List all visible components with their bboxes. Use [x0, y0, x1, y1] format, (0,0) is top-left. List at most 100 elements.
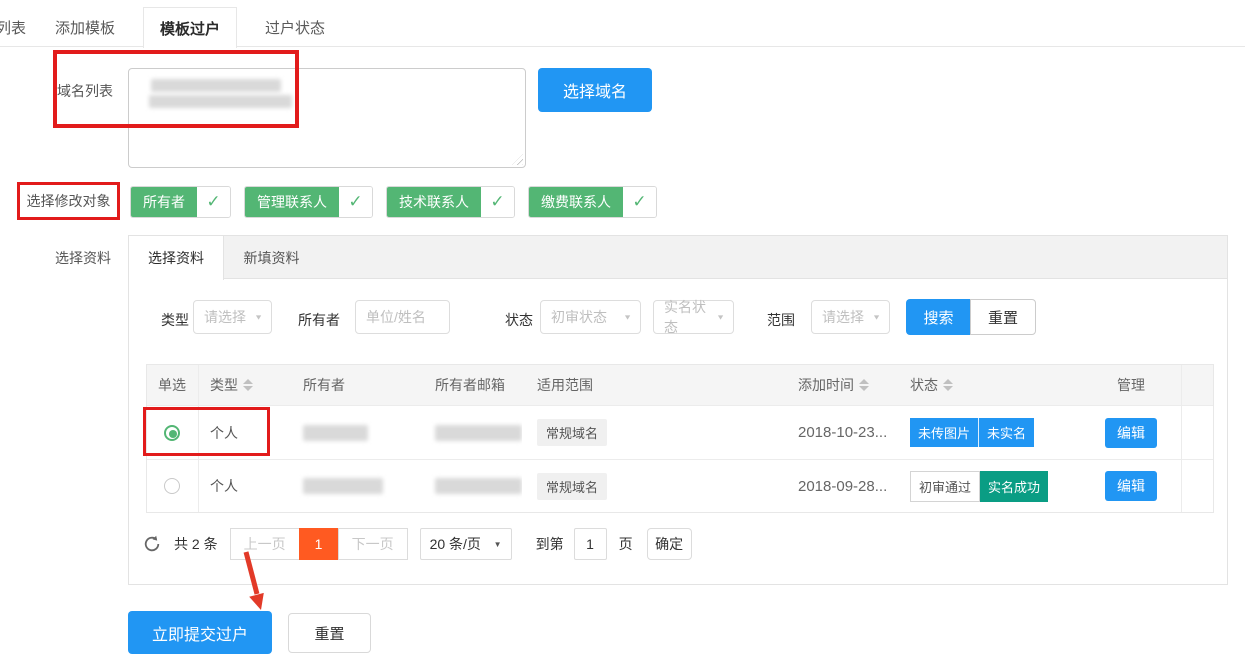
chevron-down-icon: ▼ — [494, 540, 502, 549]
contact-admin-toggle[interactable]: 管理联系人 ✓ — [244, 186, 373, 218]
header-radio: 单选 — [147, 365, 199, 405]
panel-tab-bar: 选择资料 新填资料 — [129, 236, 1227, 279]
contact-owner-toggle[interactable]: 所有者 ✓ — [130, 186, 231, 218]
tab-template-transfer[interactable]: 模板过户 — [143, 7, 237, 48]
row2-scope-tag: 常规域名 — [537, 473, 607, 500]
goto-confirm-button[interactable]: 确定 — [647, 528, 692, 560]
goto-page-label: 到第 — [536, 534, 564, 554]
sort-icon[interactable] — [859, 379, 869, 391]
chevron-down-icon: ▼ — [254, 313, 263, 321]
row2-added-time: 2018-09-28... — [798, 478, 887, 495]
status-badge: 未传图片 — [910, 418, 978, 447]
row1-owner-redacted — [303, 425, 368, 441]
chevron-down-icon: ▼ — [623, 313, 632, 321]
row1-type: 个人 — [199, 406, 292, 459]
contact-owner-label: 所有者 — [131, 187, 197, 217]
sort-icon[interactable] — [943, 379, 953, 391]
contact-tech-toggle[interactable]: 技术联系人 ✓ — [386, 186, 515, 218]
header-type[interactable]: 类型 — [199, 365, 292, 405]
filter-reset-button[interactable]: 重置 — [970, 299, 1036, 335]
row2-owner-redacted — [303, 478, 383, 494]
contact-billing-toggle[interactable]: 缴费联系人 ✓ — [528, 186, 657, 218]
check-icon: ✓ — [339, 187, 372, 217]
status-badge: 实名成功 — [980, 471, 1048, 502]
row1-status-badges: 未传图片 未实名 — [910, 418, 1034, 447]
row2-edit-button[interactable]: 编辑 — [1105, 471, 1157, 501]
redacted-domain-line — [149, 95, 292, 108]
header-owner-email: 所有者邮箱 — [424, 365, 522, 405]
filter-owner-label: 所有者 — [298, 310, 340, 330]
header-scope: 适用范围 — [522, 365, 787, 405]
tab-transfer-status[interactable]: 过户状态 — [265, 17, 325, 38]
header-status-label: 状态 — [910, 375, 938, 395]
chevron-down-icon: ▼ — [716, 313, 725, 321]
panel-tab-new-profile[interactable]: 新填资料 — [224, 236, 319, 279]
textarea-resize-grip[interactable] — [512, 154, 523, 165]
row2-type: 个人 — [199, 460, 292, 512]
sort-icon[interactable] — [243, 379, 253, 391]
row1-radio[interactable] — [164, 425, 180, 441]
row2-radio[interactable] — [164, 478, 180, 494]
filter-type-select[interactable]: 请选择 ▼ — [193, 300, 272, 334]
chevron-down-icon: ▼ — [872, 313, 881, 321]
contact-admin-label: 管理联系人 — [245, 187, 339, 217]
modify-target-label: 选择修改对象 — [17, 182, 120, 220]
profile-table: 单选 类型 所有者 所有者邮箱 适用范围 添加时间 状态 管理 — [146, 364, 1214, 513]
filter-type-value: 请选择 — [204, 307, 246, 327]
row2-status-badges: 初审通过 实名成功 — [910, 471, 1048, 502]
page-size-value: 20 条/页 — [430, 534, 481, 554]
header-added-time[interactable]: 添加时间 — [787, 365, 895, 405]
header-owner: 所有者 — [292, 365, 424, 405]
contact-tech-label: 技术联系人 — [387, 187, 481, 217]
status-badge: 未实名 — [978, 418, 1034, 447]
footer-reset-button[interactable]: 重置 — [288, 613, 371, 653]
row1-email-redacted — [435, 425, 522, 441]
redacted-domain-line — [151, 79, 281, 92]
row1-scope-tag: 常规域名 — [537, 419, 607, 446]
header-added-time-label: 添加时间 — [798, 375, 854, 395]
profile-panel: 选择资料 新填资料 类型 请选择 ▼ 所有者 状态 初审状态 ▼ 实名状态 ▼ … — [128, 235, 1228, 585]
profile-section-label: 选择资料 — [55, 248, 111, 268]
row1-edit-button[interactable]: 编辑 — [1105, 418, 1157, 448]
filter-review-status-value: 初审状态 — [551, 307, 607, 327]
status-badge: 初审通过 — [910, 471, 980, 502]
check-icon: ✓ — [623, 187, 656, 217]
filter-scope-select[interactable]: 请选择 ▼ — [811, 300, 890, 334]
row1-added-time: 2018-10-23... — [798, 424, 887, 441]
check-icon: ✓ — [197, 187, 230, 217]
filter-status-label: 状态 — [505, 310, 533, 330]
filter-realname-status-value: 实名状态 — [664, 297, 716, 337]
filter-scope-value: 请选择 — [822, 307, 864, 327]
filter-realname-status-select[interactable]: 实名状态 ▼ — [653, 300, 734, 334]
tab-add-template[interactable]: 添加模板 — [55, 17, 115, 38]
prev-page-button[interactable]: 上一页 — [230, 528, 300, 560]
page: 列表 添加模板 模板过户 过户状态 域名列表 选择域名 选择修改对象 所有者 ✓… — [0, 0, 1245, 667]
current-page-button[interactable]: 1 — [299, 528, 339, 560]
goto-page-input[interactable] — [574, 528, 607, 560]
filter-review-status-select[interactable]: 初审状态 ▼ — [540, 300, 641, 334]
filter-type-label: 类型 — [161, 310, 189, 330]
table-row: 个人 常规域名 2018-09-28... 初审通过 实名成功 编辑 — [147, 459, 1213, 512]
header-empty — [1182, 365, 1213, 405]
tab-list[interactable]: 列表 — [0, 17, 26, 38]
top-tab-bar: 列表 添加模板 模板过户 过户状态 — [0, 0, 1245, 47]
panel-tab-select-profile[interactable]: 选择资料 — [129, 236, 224, 280]
domain-list-label: 域名列表 — [57, 81, 113, 101]
header-type-label: 类型 — [210, 375, 238, 395]
domain-list-textarea[interactable] — [128, 68, 526, 168]
submit-transfer-button[interactable]: 立即提交过户 — [128, 611, 272, 654]
contact-billing-label: 缴费联系人 — [529, 187, 623, 217]
refresh-icon[interactable] — [143, 535, 161, 553]
search-button[interactable]: 搜索 — [906, 299, 971, 335]
goto-page-unit: 页 — [619, 534, 633, 554]
header-status[interactable]: 状态 — [895, 365, 1070, 405]
page-size-select[interactable]: 20 条/页 ▼ — [420, 528, 512, 560]
table-header-row: 单选 类型 所有者 所有者邮箱 适用范围 添加时间 状态 管理 — [147, 365, 1213, 405]
select-domain-button[interactable]: 选择域名 — [538, 68, 652, 112]
row2-email-redacted — [435, 478, 522, 494]
next-page-button[interactable]: 下一页 — [338, 528, 408, 560]
pagination-total: 共 2 条 — [174, 534, 218, 554]
pagination: 共 2 条 上一页 1 下一页 20 条/页 ▼ 到第 页 确定 — [143, 528, 692, 560]
filter-owner-input[interactable] — [355, 300, 450, 334]
contact-type-buttons: 所有者 ✓ 管理联系人 ✓ 技术联系人 ✓ 缴费联系人 ✓ — [130, 186, 657, 218]
